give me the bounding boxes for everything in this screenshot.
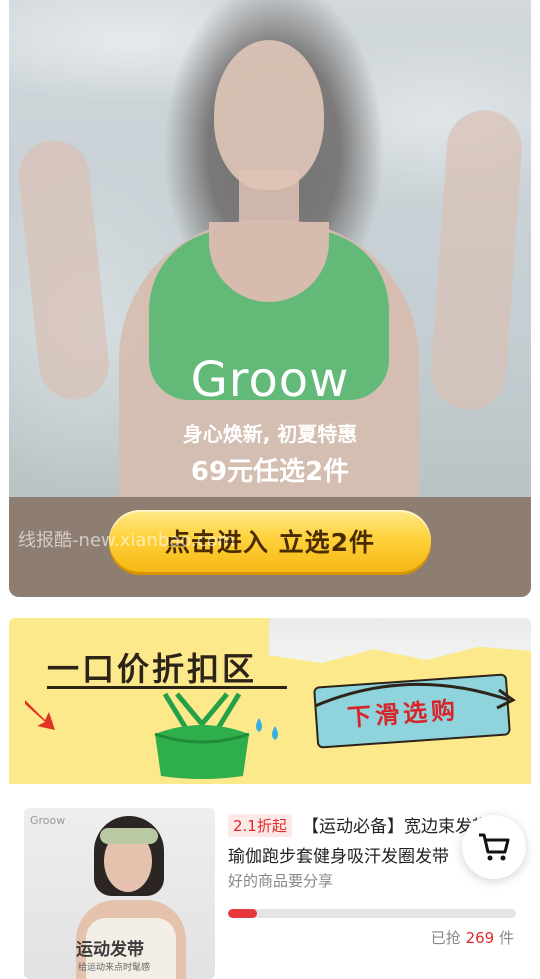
torn-paper-decoration (269, 618, 531, 663)
hero-banner[interactable]: Groow 身心焕新, 初夏特惠 69元任选2件 点击进入 立选2件 (9, 0, 531, 597)
sold-suffix: 件 (498, 929, 514, 947)
water-drops-icon (256, 718, 278, 740)
model-headband (100, 828, 158, 844)
sold-progress-fill (228, 909, 257, 918)
product-card[interactable]: Groow 运动发带 给运动来点时髦感 2.1折起 【运动必备】宽边束发带 瑜伽… (0, 784, 540, 979)
product-title-line2[interactable]: 瑜伽跑步套健身吸汗发圈发带 (228, 842, 468, 867)
sold-number: 269 (465, 929, 495, 947)
brand-logo: Groow (190, 352, 350, 408)
red-arrow-icon (25, 700, 55, 730)
hero-offer: 69元任选2件 (190, 457, 350, 487)
product-image[interactable]: Groow 运动发带 给运动来点时髦感 (24, 808, 215, 979)
product-image-brand: Groow (30, 814, 66, 827)
green-sports-bra-image (154, 692, 250, 779)
discount-badge: 2.1折起 (228, 814, 292, 837)
product-image-subcaption: 给运动来点时髦感 (78, 963, 151, 973)
shopping-cart-icon (479, 833, 510, 861)
sold-count: 已抢 269 件 (431, 927, 514, 948)
sold-prefix: 已抢 (430, 929, 461, 947)
cart-button[interactable] (462, 815, 526, 879)
hero-slogan: 身心焕新, 初夏特惠 (182, 422, 358, 446)
discount-zone-title: 一口价折扣区 (47, 650, 258, 688)
title-underline (47, 686, 287, 689)
product-subtitle: 好的商品要分享 (228, 872, 334, 890)
sold-progress-bar (228, 909, 516, 918)
product-title-line1[interactable]: 【运动必备】宽边束发带 (302, 812, 489, 837)
product-image-caption: 运动发带 (76, 940, 144, 960)
watermark-text: 线报酷-new.xianbao.com (18, 530, 236, 551)
discount-zone-banner: 一口价折扣区 下滑选购 (9, 618, 531, 784)
